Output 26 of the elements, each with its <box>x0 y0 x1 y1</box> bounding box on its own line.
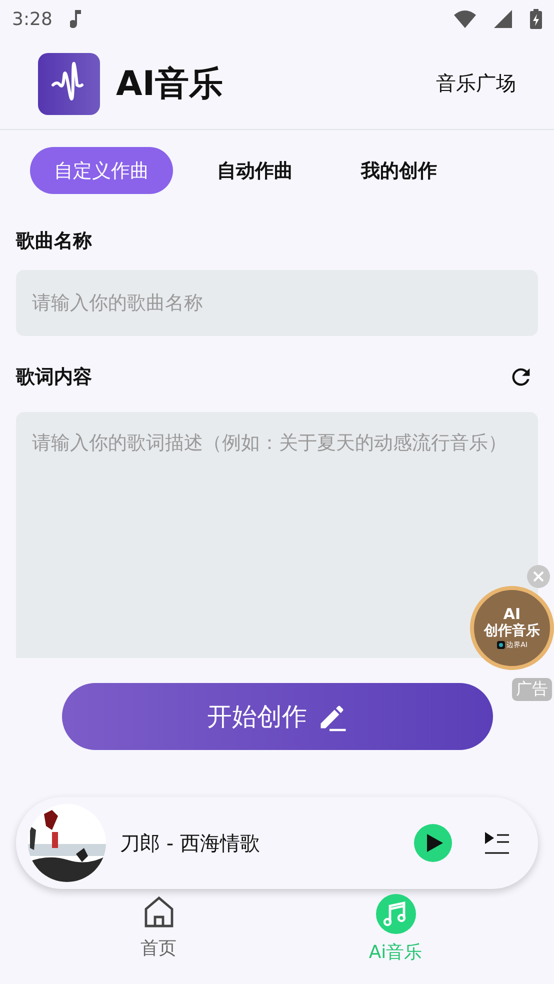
field-label: 歌词内容 <box>16 365 92 390</box>
tab[interactable]: 自定义作曲 <box>30 147 173 194</box>
app-logo-icon <box>38 52 100 114</box>
music-note-icon <box>70 10 82 28</box>
music-icon <box>376 894 416 934</box>
play-button[interactable] <box>414 824 452 862</box>
field-label: 歌曲名称 <box>16 229 93 254</box>
song-name-field[interactable]: 请输入你的歌曲名称 <box>16 270 538 336</box>
playlist-icon[interactable] <box>484 830 510 856</box>
track-title: 刀郎 - 西海情歌 <box>120 830 261 856</box>
tab[interactable]: 我的创作 <box>337 147 461 194</box>
ad-subtitle: 创作音乐 <box>484 622 540 640</box>
status-time: 3:28 <box>12 8 52 30</box>
wifi-icon <box>454 10 476 28</box>
signal-icon <box>494 10 512 28</box>
play-icon <box>426 834 442 852</box>
start-create-button[interactable]: 开始创作 <box>62 683 492 750</box>
nav-tab[interactable]: 首页 <box>108 893 208 965</box>
close-icon <box>533 571 544 582</box>
ad-title: AI <box>503 606 521 623</box>
ad-tag: 广告 <box>512 678 552 701</box>
tab[interactable]: 自动作曲 <box>193 147 317 194</box>
app-title: AI音乐 <box>116 62 223 106</box>
brand-logo-icon <box>496 640 505 649</box>
music-plaza-link[interactable]: 音乐广场 <box>436 70 516 97</box>
battery-icon <box>530 9 542 29</box>
